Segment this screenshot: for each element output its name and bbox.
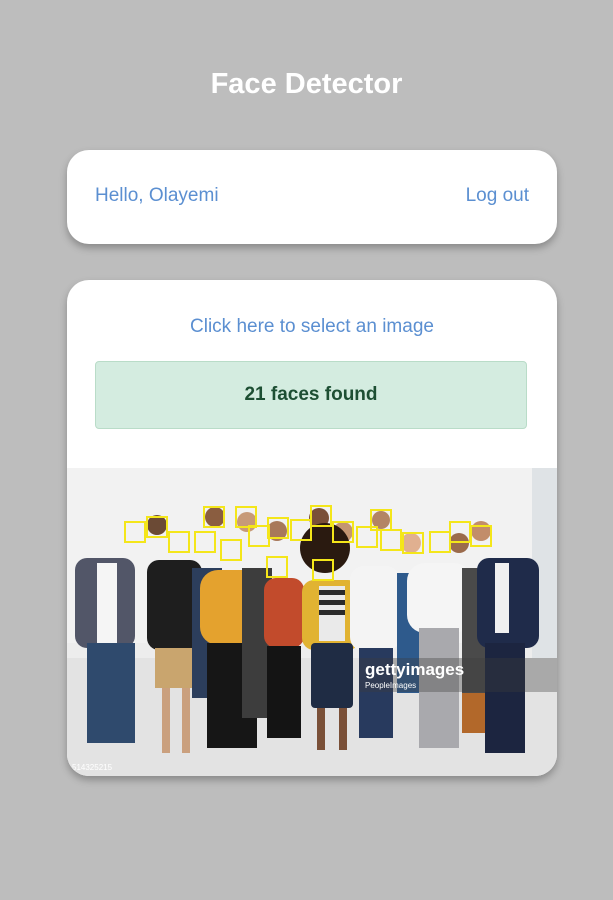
- watermark-text: gettyimages: [365, 660, 464, 679]
- select-image-link[interactable]: Click here to select an image: [67, 316, 557, 338]
- face-count-text: 21 faces found: [244, 384, 378, 405]
- watermark-sub-text: PeopleImages: [365, 681, 416, 690]
- detector-card: Click here to select an image 21 faces f…: [67, 280, 557, 776]
- app-title: Face Detector: [210, 68, 403, 100]
- group-photo: gettyimages PeopleImages 514325215: [67, 468, 557, 776]
- result-alert: 21 faces found: [95, 361, 527, 429]
- user-card: Hello, Olayemi Log out: [67, 150, 557, 244]
- image-id-text: 514325215: [72, 763, 113, 772]
- greeting-text: Hello, Olayemi: [95, 185, 219, 206]
- logout-link[interactable]: Log out: [466, 185, 529, 207]
